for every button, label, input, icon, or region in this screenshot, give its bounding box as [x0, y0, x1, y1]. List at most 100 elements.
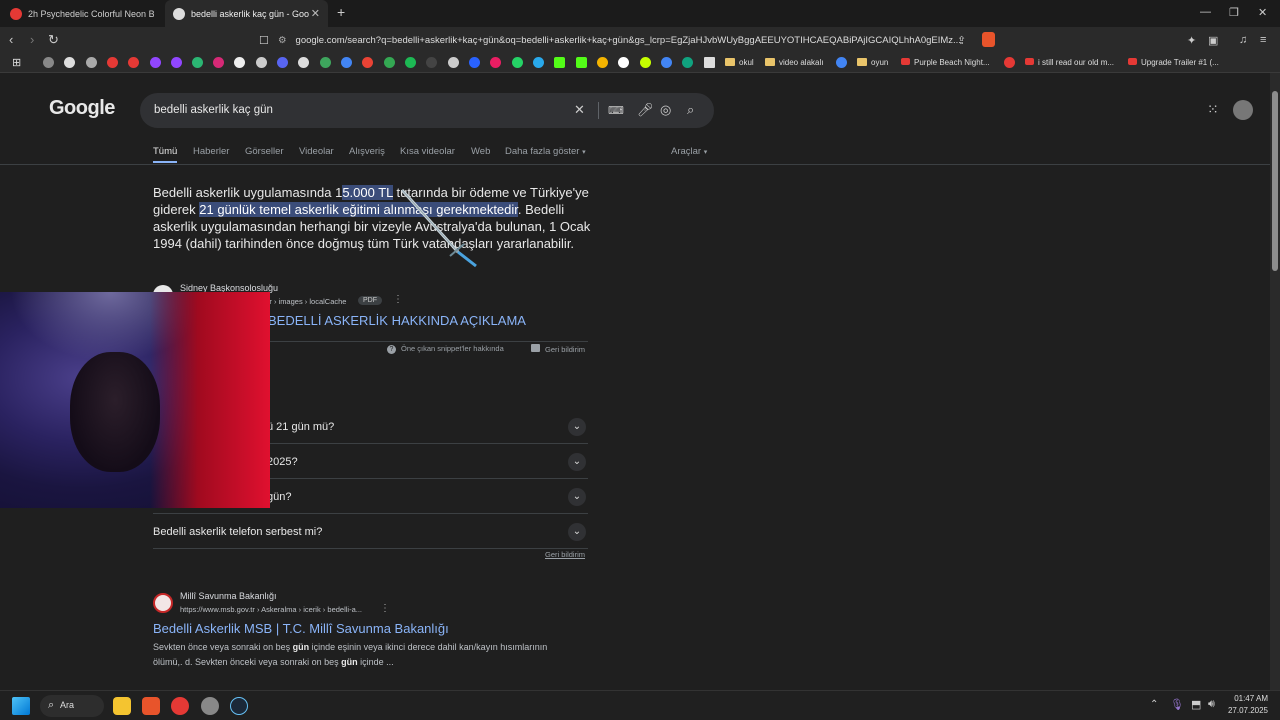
windows-start-icon[interactable]	[12, 697, 30, 715]
featured-result-title[interactable]: BEDELLİ ASKERLİK HAKKINDA AÇIKLAMA	[268, 313, 526, 328]
result-title[interactable]: Bedelli Askerlik MSB | T.C. Millî Savunm…	[153, 621, 449, 636]
tab-google[interactable]: bedelli askerlik kaç gün - Google ✕	[165, 0, 328, 27]
scrollbar-thumb[interactable]	[1272, 91, 1278, 271]
github-bookmark-icon[interactable]	[448, 57, 459, 68]
google-bookmark-icon[interactable]	[64, 57, 75, 68]
feedback-link[interactable]: Geri bildirim	[531, 344, 585, 354]
tab-all[interactable]: Tümü	[153, 146, 177, 157]
tools-button[interactable]: Araçlar ▾	[671, 146, 707, 157]
menu-icon[interactable]: ≡	[1260, 34, 1266, 46]
kick-bookmark-icon[interactable]	[576, 57, 587, 68]
tab-more[interactable]: Daha fazla göster ▾	[505, 146, 586, 157]
tab-videos[interactable]: Videolar	[299, 146, 334, 157]
tab-web[interactable]: Web	[471, 146, 490, 157]
tab-shopping[interactable]: Alışveriş	[349, 146, 385, 157]
youtube-bookmark-icon[interactable]	[128, 57, 139, 68]
bookmark-purple-beach[interactable]: Purple Beach Night...	[901, 58, 990, 67]
extensions-icon[interactable]: ✦	[1187, 34, 1196, 47]
media-player-icon[interactable]	[171, 697, 189, 715]
bookmark-icon[interactable]	[426, 57, 437, 68]
bookmark-icon[interactable]	[1004, 57, 1015, 68]
spotify-bookmark-icon[interactable]	[405, 57, 416, 68]
bookmark-folder-oyun[interactable]: oyun	[857, 58, 888, 67]
brave-icon[interactable]	[142, 697, 160, 715]
microphone-tray-icon[interactable]: 🎙︎	[1170, 698, 1184, 711]
close-window-button[interactable]: ✕	[1258, 6, 1267, 19]
more-options-icon[interactable]: ⋮	[393, 294, 403, 305]
chevron-down-icon[interactable]: ⌄	[568, 523, 586, 541]
source-url[interactable]: v.tr › images › localCache	[262, 297, 346, 306]
site-info-icon[interactable]: ⚙	[278, 35, 287, 46]
tiktok-bookmark-icon[interactable]	[256, 57, 267, 68]
tab-news[interactable]: Haberler	[193, 146, 229, 157]
bookmark-icon[interactable]	[86, 57, 97, 68]
wallet-icon[interactable]: ▣	[1208, 34, 1218, 47]
volume-icon[interactable]: 🔊︎	[1208, 698, 1215, 711]
bookmark-icon[interactable]	[704, 57, 715, 68]
tab-images[interactable]: Görseller	[245, 146, 284, 157]
clock-time[interactable]: 01:47 AM	[1230, 694, 1268, 703]
bookmark-icon[interactable]	[640, 57, 651, 68]
reload-button[interactable]: ↻	[48, 32, 59, 48]
bookmark-still-read[interactable]: i still read our old m...	[1025, 58, 1114, 67]
search-icon[interactable]: ⌕	[687, 102, 694, 118]
close-tab-icon[interactable]: ✕	[311, 7, 320, 20]
result-url[interactable]: https://www.msb.gov.tr › Askeralma › ice…	[180, 605, 362, 614]
tab-youtube[interactable]: 2h Psychedelic Colorful Neon Backg	[2, 0, 162, 27]
more-options-icon[interactable]: ⋮	[380, 603, 390, 614]
drive-bookmark-icon[interactable]	[384, 57, 395, 68]
bookmark-icon[interactable]	[469, 57, 480, 68]
steam-icon[interactable]	[230, 697, 248, 715]
search-box[interactable]: bedelli askerlik kaç gün ✕ ⌨ 🎤︎ ◎ ⌕	[140, 93, 714, 128]
tray-chevron-icon[interactable]: ⌃	[1150, 699, 1158, 710]
bookmark-folder-video[interactable]: video alakalı	[765, 58, 823, 67]
clear-icon[interactable]: ✕	[574, 102, 585, 118]
google-logo[interactable]: Google	[49, 97, 115, 120]
snippet-about-link[interactable]: ? Öne çıkan snippet'ler hakkında	[387, 344, 504, 354]
chevron-down-icon[interactable]: ⌄	[568, 418, 586, 436]
clock-date[interactable]: 27.07.2025	[1227, 706, 1268, 715]
avatar[interactable]	[1233, 100, 1253, 120]
search-input[interactable]: bedelli askerlik kaç gün	[154, 104, 273, 116]
media-icon[interactable]: ♫	[1239, 34, 1247, 46]
back-button[interactable]: ‹	[9, 32, 13, 47]
address-bar[interactable]: ⚙ google.com/search?q=bedelli+askerlik+k…	[278, 30, 1028, 51]
discord-bookmark-icon[interactable]	[277, 57, 288, 68]
bookmark-icon[interactable]: ☐	[259, 34, 269, 47]
bookmark-upgrade-trailer[interactable]: Upgrade Trailer #1 (...	[1128, 58, 1219, 67]
tab-short-videos[interactable]: Kısa videolar	[400, 146, 455, 157]
bookmark-folder-okul[interactable]: okul	[725, 58, 754, 67]
lens-icon[interactable]: ◎	[660, 102, 671, 118]
bookmark-icon[interactable]	[490, 57, 501, 68]
result-source-name[interactable]: Millî Savunma Bakanlığı	[180, 591, 277, 601]
whatsapp-bookmark-icon[interactable]	[512, 57, 523, 68]
twitch-bookmark-icon[interactable]	[171, 57, 182, 68]
apps-grid-icon[interactable]: ⁙	[1207, 101, 1219, 118]
chevron-down-icon[interactable]: ⌄	[568, 488, 586, 506]
bookmark-icon[interactable]	[43, 57, 54, 68]
x-bookmark-icon[interactable]	[234, 57, 245, 68]
page-scrollbar[interactable]	[1270, 73, 1280, 690]
minimize-button[interactable]: —	[1200, 6, 1211, 18]
bookmark-icon[interactable]	[836, 57, 847, 68]
new-tab-button[interactable]: +	[337, 4, 345, 20]
bookmark-icon[interactable]	[320, 57, 331, 68]
telegram-bookmark-icon[interactable]	[533, 57, 544, 68]
app-icon[interactable]	[201, 697, 219, 715]
brave-shields-icon[interactable]	[982, 32, 995, 47]
bookmark-icon[interactable]	[597, 57, 608, 68]
file-explorer-icon[interactable]	[113, 697, 131, 715]
bookmark-icon[interactable]	[618, 57, 629, 68]
youtube-bookmark-icon[interactable]	[107, 57, 118, 68]
chatgpt-bookmark-icon[interactable]	[682, 57, 693, 68]
paa-item[interactable]: Bedelli askerlik telefon serbest mi? ⌄	[153, 514, 588, 549]
forward-button[interactable]: ›	[30, 32, 34, 47]
chevron-down-icon[interactable]: ⌄	[568, 453, 586, 471]
apps-icon[interactable]: ⊞	[12, 56, 21, 69]
share-icon[interactable]: ⇪	[957, 34, 966, 47]
instagram-bookmark-icon[interactable]	[213, 57, 224, 68]
bookmark-icon[interactable]	[192, 57, 203, 68]
paa-feedback-link[interactable]: Geri bildirim	[545, 550, 585, 559]
taskbar-search[interactable]: ⌕ Ara	[40, 695, 104, 717]
bookmark-icon[interactable]	[341, 57, 352, 68]
